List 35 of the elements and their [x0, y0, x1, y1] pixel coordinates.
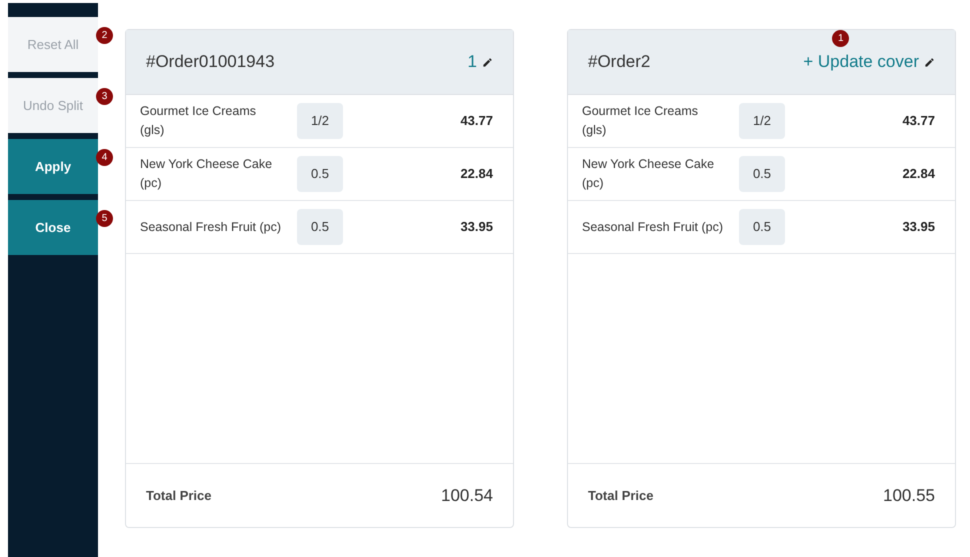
- quantity-field[interactable]: 0.5: [739, 156, 785, 192]
- total-label: Total Price: [588, 486, 654, 505]
- annotation-marker: 1: [832, 30, 850, 48]
- item-price: 43.77: [902, 112, 935, 130]
- item-name: Gourmet Ice Creams (gls): [582, 103, 700, 139]
- sidebar-button[interactable]: Close: [8, 200, 98, 255]
- sidebar-button[interactable]: Apply: [8, 139, 98, 194]
- quantity-field[interactable]: 1/2: [297, 103, 343, 139]
- item-price: 22.84: [902, 165, 935, 184]
- item-name: New York Cheese Cake (pc): [140, 156, 274, 192]
- item-price: 43.77: [460, 112, 493, 130]
- annotation-marker: 2: [96, 27, 113, 44]
- annotation-marker: 4: [96, 149, 113, 166]
- order-title: #Order01001943: [146, 51, 275, 74]
- item-price: 33.95: [902, 218, 935, 236]
- annotation-marker: 5: [96, 210, 113, 227]
- item-name: New York Cheese Cake (pc): [582, 156, 716, 192]
- cover-link[interactable]: + Update cover: [803, 49, 919, 75]
- order-title: #Order2: [588, 51, 650, 74]
- total-price: 100.55: [883, 484, 935, 507]
- quantity-field[interactable]: 0.5: [297, 156, 343, 192]
- edit-icon[interactable]: [482, 56, 493, 68]
- item-name: Gourmet Ice Creams (gls): [140, 103, 258, 139]
- edit-icon[interactable]: [924, 56, 935, 68]
- item-name: Seasonal Fresh Fruit (pc): [140, 218, 282, 236]
- quantity-field[interactable]: 0.5: [739, 209, 785, 245]
- item-price: 22.84: [460, 165, 493, 184]
- total-label: Total Price: [146, 486, 212, 505]
- item-price: 33.95: [460, 218, 493, 236]
- annotation-marker: 3: [96, 88, 113, 105]
- total-price: 100.54: [441, 484, 493, 507]
- quantity-field[interactable]: 1/2: [739, 103, 785, 139]
- cover-link[interactable]: 1: [468, 49, 477, 75]
- item-name: Seasonal Fresh Fruit (pc): [582, 218, 724, 236]
- quantity-field[interactable]: 0.5: [297, 209, 343, 245]
